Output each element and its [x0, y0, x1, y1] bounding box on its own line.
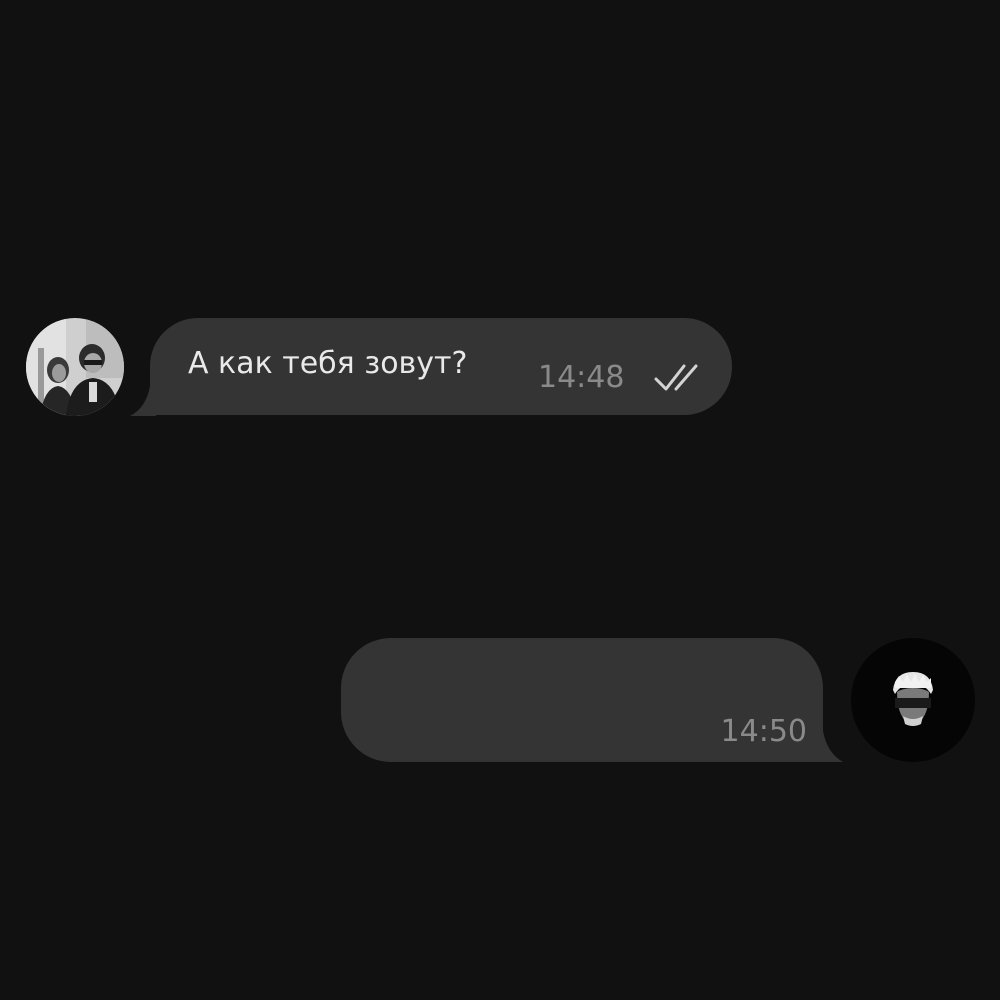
outgoing-bubble-tail: [817, 731, 843, 762]
message-text: А как тебя зовут?: [188, 346, 468, 381]
double-check-icon: [654, 364, 698, 391]
user-photo-icon: [851, 638, 975, 762]
message-time: 14:50: [720, 714, 807, 749]
incoming-message-bubble[interactable]: А как тебя зовут? 14:48: [150, 318, 732, 415]
message-time: 14:48: [538, 360, 625, 395]
user-avatar[interactable]: [851, 638, 975, 762]
chat-view: А как тебя зовут? 14:48 14:50: [0, 0, 1000, 1000]
outgoing-message-bubble[interactable]: 14:50: [341, 638, 823, 762]
contact-photo-icon: [26, 318, 124, 416]
contact-avatar[interactable]: [26, 318, 124, 416]
